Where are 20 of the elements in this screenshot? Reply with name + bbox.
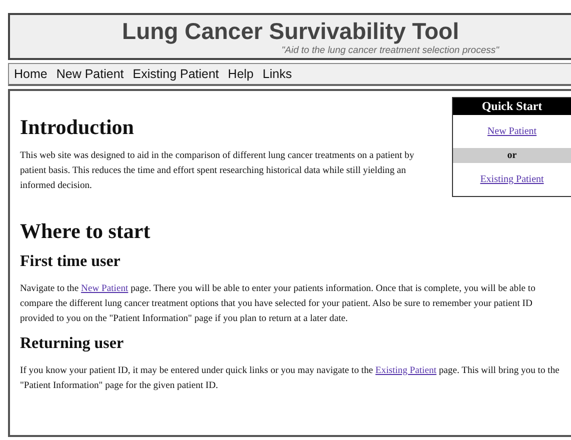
section-heading: Where to start bbox=[20, 219, 152, 244]
quick-link[interactable]: New Patient bbox=[487, 126, 537, 137]
inline-link[interactable]: New Patient bbox=[81, 283, 128, 294]
nav-link[interactable]: Links bbox=[262, 67, 292, 81]
nav-link[interactable]: Existing Patient bbox=[132, 67, 219, 81]
nav-link[interactable]: Help bbox=[228, 67, 254, 81]
separator-label: or bbox=[453, 148, 571, 163]
paragraph: This web site was designed to aid in the comparison of different lung cancer treatments on a patient by patient basis. This reduces the time and effort spent researching historical data while still yielding an informed decision. bbox=[20, 149, 416, 193]
subsection-heading: Returning user bbox=[20, 335, 125, 353]
paragraph: Navigate to the New Patient page. There you will be able to enter your patients information. Once that is complete, you will be able to compare the different lung cancer treatment options that you have selected for your patient. Also be sure to remember your patient ID provided to you on the "Patient Information" page if you plan to return at a later date. bbox=[20, 282, 536, 326]
paragraph: If you know your patient ID, it may be entered under quick links or you may navigate to the Existing Patient page. This will bring you to the "Patient Information" page for the given patient ID. bbox=[20, 364, 560, 393]
inline-link[interactable]: Existing Patient bbox=[375, 365, 436, 376]
quick-link[interactable]: Existing Patient bbox=[480, 174, 544, 185]
subsection-heading: First time user bbox=[20, 253, 122, 271]
nav-link[interactable]: New Patient bbox=[56, 67, 124, 81]
section-heading: Introduction bbox=[20, 115, 135, 140]
nav-link[interactable]: Home bbox=[14, 67, 48, 81]
site-title: Lung Cancer Survivability Tool bbox=[122, 18, 459, 45]
panel-title: Quick Start bbox=[453, 98, 571, 115]
site-tagline: "Aid to the lung cancer treatment selection process" bbox=[282, 45, 499, 56]
